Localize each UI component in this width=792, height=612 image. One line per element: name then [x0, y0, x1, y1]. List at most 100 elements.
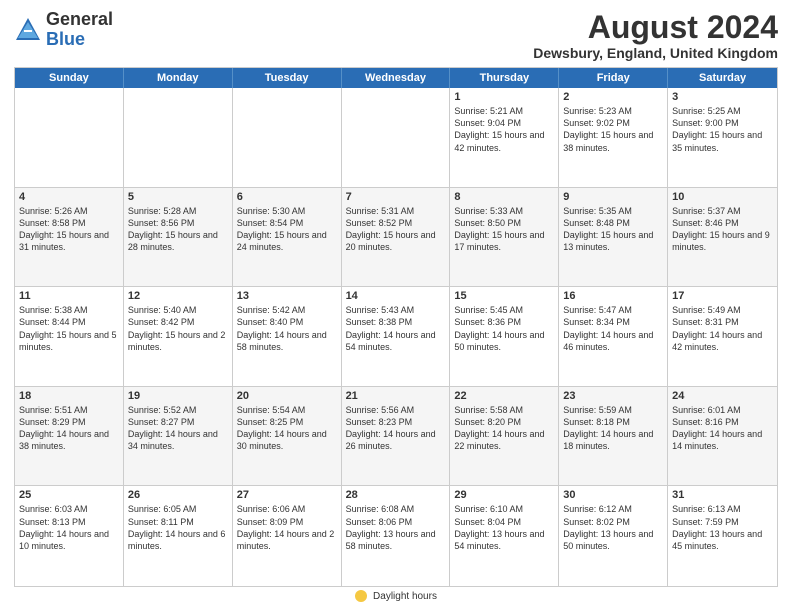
- cell-info: Sunrise: 5:38 AM Sunset: 8:44 PM Dayligh…: [19, 304, 119, 353]
- day-number: 15: [454, 290, 554, 302]
- cell-info: Sunrise: 5:59 AM Sunset: 8:18 PM Dayligh…: [563, 404, 663, 453]
- calendar-cell: 11 Sunrise: 5:38 AM Sunset: 8:44 PM Dayli…: [15, 287, 124, 386]
- cell-info: Sunrise: 5:45 AM Sunset: 8:36 PM Dayligh…: [454, 304, 554, 353]
- calendar-cell: 26 Sunrise: 6:05 AM Sunset: 8:11 PM Dayli…: [124, 486, 233, 586]
- calendar-cell: 2 Sunrise: 5:23 AM Sunset: 9:02 PM Daylig…: [559, 88, 668, 187]
- day-number: 1: [454, 91, 554, 103]
- calendar-cell: 16Sunrise: 5:47 AM Sunset: 8:34 PM Dayli…: [559, 287, 668, 386]
- weekday-header-sunday: Sunday: [15, 68, 124, 88]
- page: General Blue August 2024 Dewsbury, Engla…: [0, 0, 792, 612]
- day-number: 9: [563, 191, 663, 203]
- day-number: 26: [128, 489, 228, 501]
- cell-info: Sunrise: 5:31 AM Sunset: 8:52 PM Dayligh…: [346, 205, 446, 254]
- cell-info: Sunrise: 5:25 AM Sunset: 9:00 PM Dayligh…: [672, 105, 773, 154]
- day-number: 6: [237, 191, 337, 203]
- cell-info: Sunrise: 5:43 AM Sunset: 8:38 PM Dayligh…: [346, 304, 446, 353]
- calendar-cell: 28Sunrise: 6:08 AM Sunset: 8:06 PM Dayli…: [342, 486, 451, 586]
- calendar-row-2: 4Sunrise: 5:26 AM Sunset: 8:58 PM Daylig…: [15, 188, 777, 288]
- cell-info: Sunrise: 5:33 AM Sunset: 8:50 PM Dayligh…: [454, 205, 554, 254]
- calendar-row-4: 18 Sunrise: 5:51 AM Sunset: 8:29 PM Dayli…: [15, 387, 777, 487]
- cell-info: Sunrise: 5:51 AM Sunset: 8:29 PM Dayligh…: [19, 404, 119, 453]
- day-number: 3: [672, 91, 773, 103]
- cell-info: Sunrise: 5:21 AM Sunset: 9:04 PM Dayligh…: [454, 105, 554, 154]
- calendar-cell: 8 Sunrise: 5:33 AM Sunset: 8:50 PM Daylig…: [450, 188, 559, 287]
- day-number: 28: [346, 489, 446, 501]
- cell-info: Sunrise: 6:12 AM Sunset: 8:02 PM Dayligh…: [563, 503, 663, 552]
- day-number: 25: [19, 489, 119, 501]
- calendar-cell: 30 Sunrise: 6:12 AM Sunset: 8:02 PM Dayli…: [559, 486, 668, 586]
- calendar-cell: 31 Sunrise: 6:13 AM Sunset: 7:59 PM Dayli…: [668, 486, 777, 586]
- calendar-cell: 6Sunrise: 5:30 AM Sunset: 8:54 PM Daylig…: [233, 188, 342, 287]
- day-number: 14: [346, 290, 446, 302]
- calendar-header: SundayMondayTuesdayWednesdayThursdayFrid…: [15, 68, 777, 88]
- day-number: 12: [128, 290, 228, 302]
- calendar-cell: 19Sunrise: 5:52 AM Sunset: 8:27 PM Dayli…: [124, 387, 233, 486]
- cell-info: Sunrise: 5:23 AM Sunset: 9:02 PM Dayligh…: [563, 105, 663, 154]
- day-number: 27: [237, 489, 337, 501]
- cell-info: Sunrise: 6:01 AM Sunset: 8:16 PM Dayligh…: [672, 404, 773, 453]
- cell-info: Sunrise: 5:28 AM Sunset: 8:56 PM Dayligh…: [128, 205, 228, 254]
- cell-info: Sunrise: 5:47 AM Sunset: 8:34 PM Dayligh…: [563, 304, 663, 353]
- calendar-cell: 4Sunrise: 5:26 AM Sunset: 8:58 PM Daylig…: [15, 188, 124, 287]
- calendar-cell: 9Sunrise: 5:35 AM Sunset: 8:48 PM Daylig…: [559, 188, 668, 287]
- day-number: 7: [346, 191, 446, 203]
- calendar-row-5: 25 Sunrise: 6:03 AM Sunset: 8:13 PM Dayli…: [15, 486, 777, 586]
- cell-info: Sunrise: 5:52 AM Sunset: 8:27 PM Dayligh…: [128, 404, 228, 453]
- calendar-cell: [124, 88, 233, 187]
- day-number: 30: [563, 489, 663, 501]
- day-number: 18: [19, 390, 119, 402]
- cell-info: Sunrise: 5:56 AM Sunset: 8:23 PM Dayligh…: [346, 404, 446, 453]
- logo-text: General Blue: [46, 10, 113, 50]
- day-number: 10: [672, 191, 773, 203]
- calendar-cell: 27 Sunrise: 6:06 AM Sunset: 8:09 PM Dayli…: [233, 486, 342, 586]
- calendar-cell: 5 Sunrise: 5:28 AM Sunset: 8:56 PM Daylig…: [124, 188, 233, 287]
- header: General Blue August 2024 Dewsbury, Engla…: [14, 10, 778, 61]
- day-number: 13: [237, 290, 337, 302]
- calendar-cell: 13 Sunrise: 5:42 AM Sunset: 8:40 PM Dayli…: [233, 287, 342, 386]
- calendar-cell: 14 Sunrise: 5:43 AM Sunset: 8:38 PM Dayli…: [342, 287, 451, 386]
- day-number: 29: [454, 489, 554, 501]
- day-number: 17: [672, 290, 773, 302]
- cell-info: Sunrise: 6:10 AM Sunset: 8:04 PM Dayligh…: [454, 503, 554, 552]
- calendar-cell: 10 Sunrise: 5:37 AM Sunset: 8:46 PM Dayli…: [668, 188, 777, 287]
- calendar-cell: 3 Sunrise: 5:25 AM Sunset: 9:00 PM Daylig…: [668, 88, 777, 187]
- daylight-legend-label: Daylight hours: [373, 591, 437, 602]
- calendar-cell: 25 Sunrise: 6:03 AM Sunset: 8:13 PM Dayli…: [15, 486, 124, 586]
- calendar-cell: 15 Sunrise: 5:45 AM Sunset: 8:36 PM Dayli…: [450, 287, 559, 386]
- day-number: 31: [672, 489, 773, 501]
- cell-info: Sunrise: 6:13 AM Sunset: 7:59 PM Dayligh…: [672, 503, 773, 552]
- logo: General Blue: [14, 10, 113, 50]
- day-number: 11: [19, 290, 119, 302]
- cell-info: Sunrise: 6:05 AM Sunset: 8:11 PM Dayligh…: [128, 503, 228, 552]
- day-number: 8: [454, 191, 554, 203]
- weekday-header-monday: Monday: [124, 68, 233, 88]
- calendar-cell: 22Sunrise: 5:58 AM Sunset: 8:20 PM Dayli…: [450, 387, 559, 486]
- calendar-row-1: 1 Sunrise: 5:21 AM Sunset: 9:04 PM Daylig…: [15, 88, 777, 188]
- calendar-cell: 1 Sunrise: 5:21 AM Sunset: 9:04 PM Daylig…: [450, 88, 559, 187]
- cell-info: Sunrise: 5:42 AM Sunset: 8:40 PM Dayligh…: [237, 304, 337, 353]
- cell-info: Sunrise: 6:06 AM Sunset: 8:09 PM Dayligh…: [237, 503, 337, 552]
- calendar-cell: [342, 88, 451, 187]
- cell-info: Sunrise: 5:40 AM Sunset: 8:42 PM Dayligh…: [128, 304, 228, 353]
- cell-info: Sunrise: 5:49 AM Sunset: 8:31 PM Dayligh…: [672, 304, 773, 353]
- location: Dewsbury, England, United Kingdom: [533, 45, 778, 61]
- day-number: 2: [563, 91, 663, 103]
- calendar-cell: 20Sunrise: 5:54 AM Sunset: 8:25 PM Dayli…: [233, 387, 342, 486]
- calendar-row-3: 11 Sunrise: 5:38 AM Sunset: 8:44 PM Dayli…: [15, 287, 777, 387]
- day-number: 20: [237, 390, 337, 402]
- calendar-cell: 7 Sunrise: 5:31 AM Sunset: 8:52 PM Daylig…: [342, 188, 451, 287]
- weekday-header-saturday: Saturday: [668, 68, 777, 88]
- day-number: 4: [19, 191, 119, 203]
- logo-icon: [14, 16, 42, 44]
- calendar-cell: [15, 88, 124, 187]
- footer: Daylight hours: [14, 587, 778, 602]
- cell-info: Sunrise: 5:58 AM Sunset: 8:20 PM Dayligh…: [454, 404, 554, 453]
- weekday-header-friday: Friday: [559, 68, 668, 88]
- calendar: SundayMondayTuesdayWednesdayThursdayFrid…: [14, 67, 778, 587]
- cell-info: Sunrise: 6:03 AM Sunset: 8:13 PM Dayligh…: [19, 503, 119, 552]
- day-number: 5: [128, 191, 228, 203]
- title-block: August 2024 Dewsbury, England, United Ki…: [533, 10, 778, 61]
- cell-info: Sunrise: 5:37 AM Sunset: 8:46 PM Dayligh…: [672, 205, 773, 254]
- day-number: 24: [672, 390, 773, 402]
- calendar-cell: 17 Sunrise: 5:49 AM Sunset: 8:31 PM Dayli…: [668, 287, 777, 386]
